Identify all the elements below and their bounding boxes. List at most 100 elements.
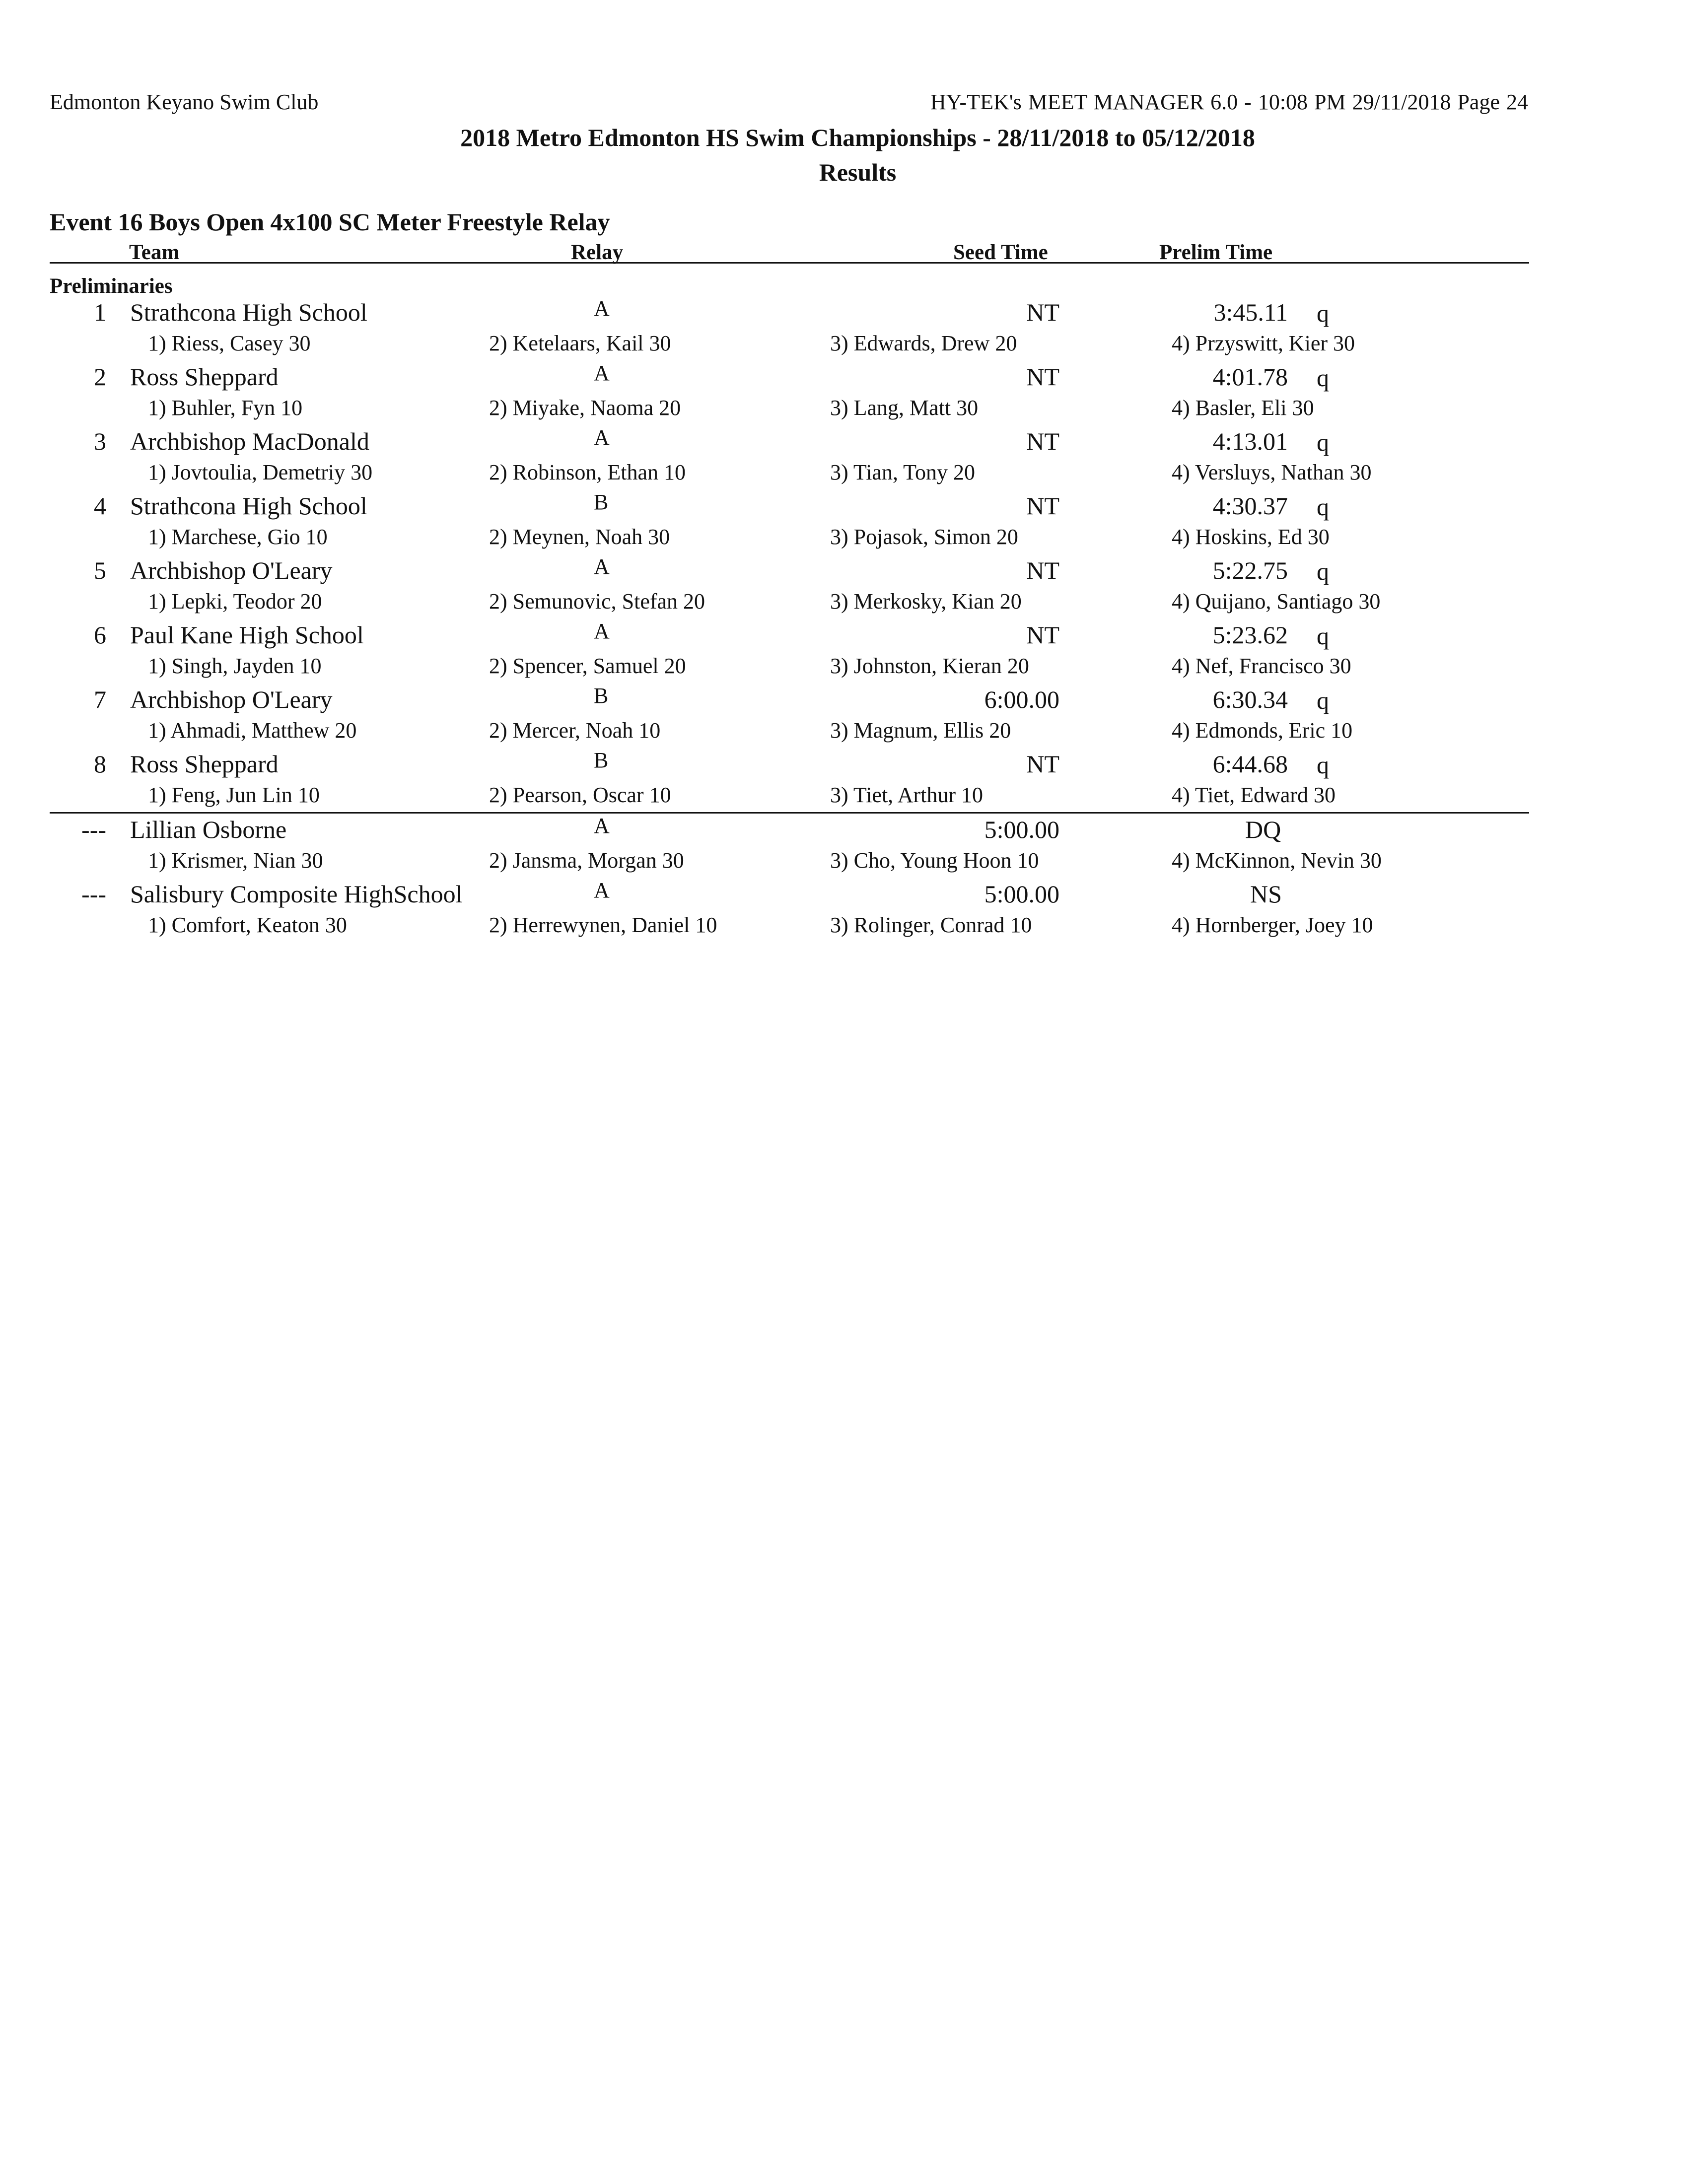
club-name: Edmonton Keyano Swim Club (50, 90, 319, 114)
relay-swimmer: 2) Meynen, Noah 30 (489, 525, 670, 549)
result-rank: --- (81, 816, 106, 843)
result-prelim-time: 4:30.37 (1212, 492, 1288, 520)
result-rank: 7 (94, 685, 106, 713)
relay-swimmer: 1) Krismer, Nian 30 (148, 848, 323, 873)
relay-swimmer: 2) Robinson, Ethan 10 (489, 460, 686, 484)
relay-swimmer: 3) Tian, Tony 20 (830, 460, 975, 484)
result-qualifier: q (1317, 428, 1329, 456)
relay-swimmer: 1) Feng, Jun Lin 10 (148, 783, 320, 807)
relay-swimmer: 4) McKinnon, Nevin 30 (1172, 848, 1382, 873)
event-title: Event 16 Boys Open 4x100 SC Meter Freest… (50, 208, 610, 236)
result-prelim-time: 4:01.78 (1212, 363, 1288, 391)
section-label: Preliminaries (50, 274, 173, 298)
header-rule (50, 262, 1529, 264)
result-rank: 1 (94, 298, 106, 326)
result-seed-time: NT (1026, 621, 1059, 649)
qualifier-cutoff-rule (50, 812, 1529, 814)
result-team: Strathcona High School (130, 298, 367, 326)
relay-swimmer: 3) Merkosky, Kian 20 (830, 589, 1022, 614)
result-seed-time: NT (1026, 427, 1059, 455)
result-seed-time: NT (1026, 298, 1059, 326)
column-header-prelim-time: Prelim Time (1159, 241, 1273, 264)
meet-title: 2018 Metro Edmonton HS Swim Championship… (460, 124, 1255, 151)
result-rank: 8 (94, 750, 106, 778)
relay-swimmer: 4) Tiet, Edward 30 (1172, 783, 1336, 807)
result-relay: A (594, 296, 610, 321)
relay-swimmer: 4) Hoskins, Ed 30 (1172, 525, 1330, 549)
result-qualifier: q (1317, 493, 1329, 521)
result-relay: B (594, 683, 609, 708)
relay-swimmer: 4) Edmonds, Eric 10 (1172, 718, 1353, 743)
result-team: Ross Sheppard (130, 750, 279, 778)
result-prelim-time: 3:45.11 (1213, 298, 1288, 326)
relay-swimmer: 3) Pojasok, Simon 20 (830, 525, 1018, 549)
relay-swimmer: 3) Johnston, Kieran 20 (830, 654, 1029, 678)
result-rank: 6 (94, 621, 106, 649)
column-header-seed-time: Seed Time (953, 241, 1048, 264)
result-seed-time: NT (1026, 750, 1059, 778)
relay-swimmer: 4) Versluys, Nathan 30 (1172, 460, 1372, 484)
result-team: Lillian Osborne (130, 816, 287, 843)
software-page-info: HY-TEK's MEET MANAGER 6.0 - 10:08 PM 29/… (930, 90, 1528, 114)
relay-swimmer: 1) Lepki, Teodor 20 (148, 589, 322, 614)
relay-swimmer: 3) Rolinger, Conrad 10 (830, 913, 1032, 937)
result-team: Archbishop O'Leary (130, 556, 333, 584)
relay-swimmer: 2) Pearson, Oscar 10 (489, 783, 671, 807)
result-qualifier: q (1317, 622, 1329, 650)
results-subtitle: Results (819, 158, 897, 186)
result-prelim-time: 6:30.34 (1212, 685, 1288, 713)
relay-swimmer: 4) Basler, Eli 30 (1172, 396, 1314, 420)
result-relay: A (594, 619, 610, 643)
result-prelim-time: 5:22.75 (1212, 556, 1288, 584)
result-prelim-time: DQ (1245, 816, 1281, 843)
relay-swimmer: 2) Ketelaars, Kail 30 (489, 331, 671, 355)
relay-swimmer: 4) Quijano, Santiago 30 (1172, 589, 1381, 614)
result-team: Paul Kane High School (130, 621, 364, 649)
result-rank: 3 (94, 427, 106, 455)
column-header-relay: Relay (571, 241, 624, 264)
result-relay: B (594, 748, 609, 772)
relay-swimmer: 3) Tiet, Arthur 10 (830, 783, 984, 807)
relay-swimmer: 4) Nef, Francisco 30 (1172, 654, 1351, 678)
result-qualifier: q (1317, 557, 1329, 585)
result-qualifier: q (1317, 751, 1329, 779)
relay-swimmer: 1) Buhler, Fyn 10 (148, 396, 303, 420)
relay-swimmer: 3) Lang, Matt 30 (830, 396, 979, 420)
relay-swimmer: 1) Marchese, Gio 10 (148, 525, 328, 549)
result-relay: B (594, 490, 609, 514)
relay-swimmer: 1) Riess, Casey 30 (148, 331, 311, 355)
result-relay: A (594, 554, 610, 579)
result-relay: A (594, 425, 610, 450)
relay-swimmer: 1) Jovtoulia, Demetriy 30 (148, 460, 373, 484)
relay-swimmer: 2) Mercer, Noah 10 (489, 718, 661, 743)
result-qualifier: q (1317, 299, 1329, 327)
result-rank: 2 (94, 363, 106, 391)
result-prelim-time: 6:44.68 (1212, 750, 1288, 778)
result-rank: 4 (94, 492, 106, 520)
relay-swimmer: 2) Jansma, Morgan 30 (489, 848, 684, 873)
result-team: Archbishop O'Leary (130, 685, 333, 713)
relay-swimmer: 1) Comfort, Keaton 30 (148, 913, 347, 937)
relay-swimmer: 2) Semunovic, Stefan 20 (489, 589, 705, 614)
result-prelim-time: 4:13.01 (1212, 427, 1288, 455)
results-page: Edmonton Keyano Swim Club HY-TEK's MEET … (0, 0, 1688, 2184)
result-qualifier: q (1317, 364, 1329, 392)
result-relay: A (594, 814, 610, 838)
result-team: Salisbury Composite HighSchool (130, 880, 463, 908)
result-relay: A (594, 361, 610, 385)
relay-swimmer: 3) Magnum, Ellis 20 (830, 718, 1011, 743)
relay-swimmer: 4) Hornberger, Joey 10 (1172, 913, 1373, 937)
result-relay: A (594, 878, 610, 902)
result-seed-time: NT (1026, 492, 1059, 520)
column-header-team: Team (129, 241, 180, 264)
result-team: Strathcona High School (130, 492, 367, 520)
result-prelim-time: NS (1250, 880, 1282, 908)
result-qualifier: q (1317, 686, 1329, 714)
relay-swimmer: 2) Herrewynen, Daniel 10 (489, 913, 717, 937)
relay-swimmer: 3) Edwards, Drew 20 (830, 331, 1017, 355)
relay-swimmer: 1) Singh, Jayden 10 (148, 654, 322, 678)
relay-swimmer: 4) Przyswitt, Kier 30 (1172, 331, 1355, 355)
relay-swimmer: 2) Spencer, Samuel 20 (489, 654, 686, 678)
result-seed-time: NT (1026, 363, 1059, 391)
result-seed-time: 5:00.00 (984, 880, 1059, 908)
